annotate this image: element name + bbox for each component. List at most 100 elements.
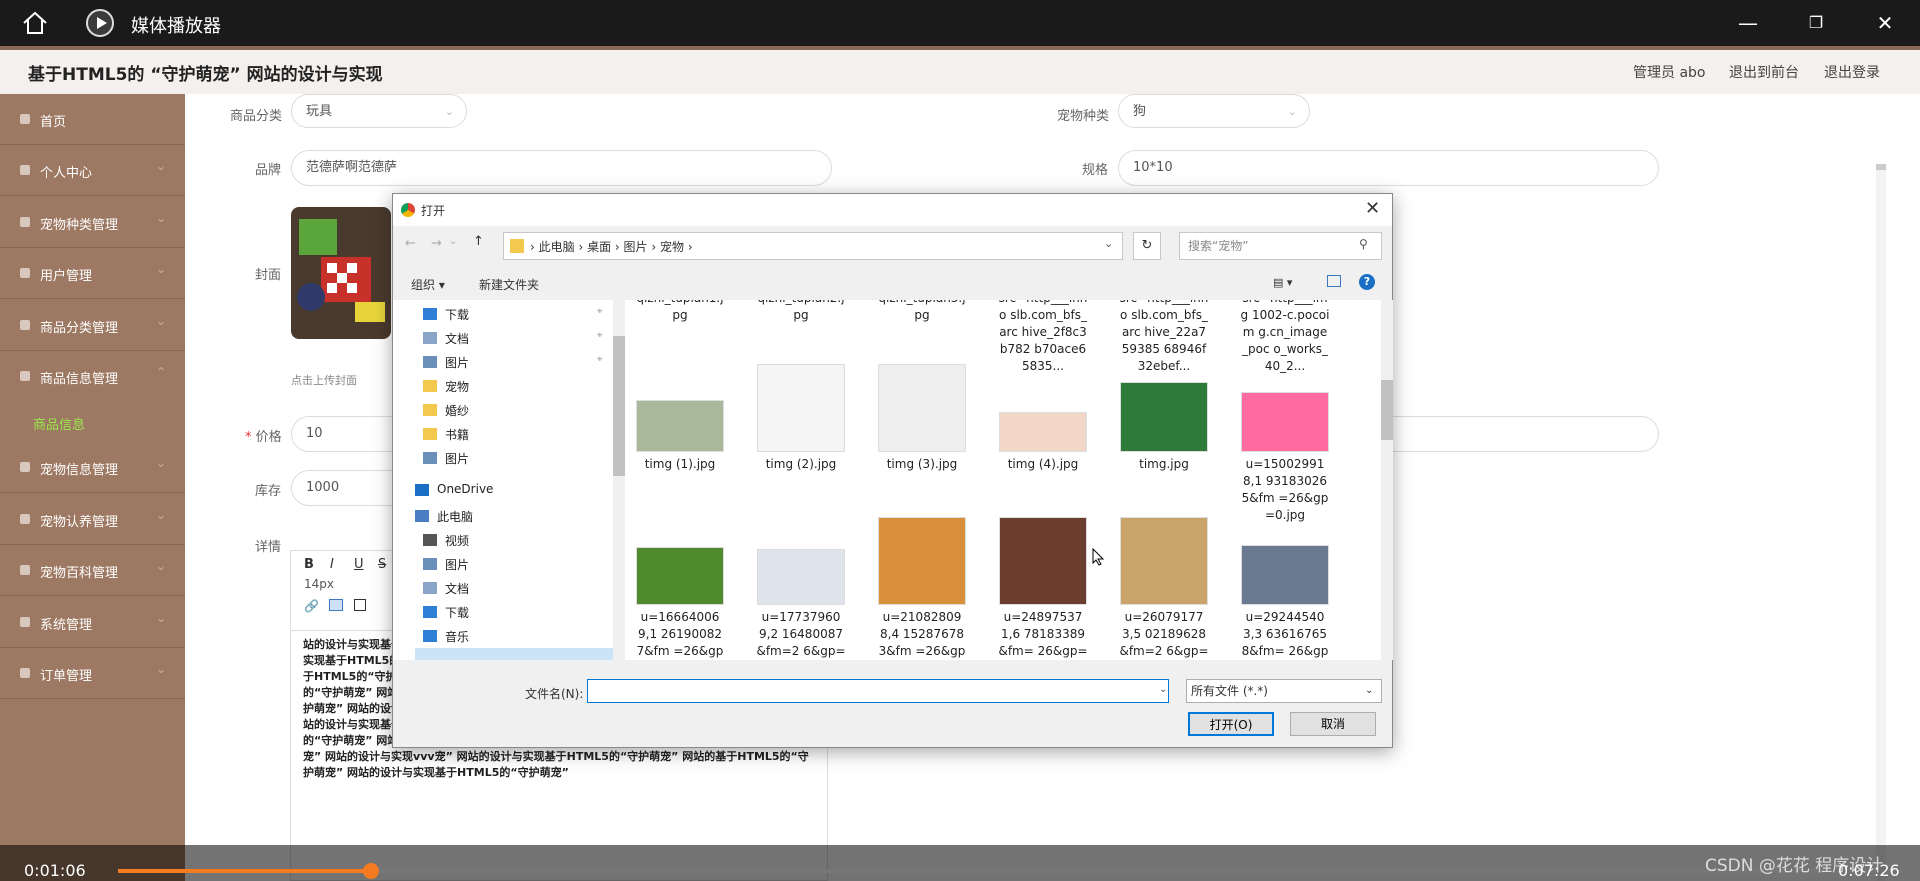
new-folder-button[interactable]: 新建文件夹 bbox=[479, 276, 539, 293]
address-bar[interactable]: › 此电脑 › 桌面 › 图片 › 宠物 › ⌄ bbox=[503, 232, 1123, 260]
tree-item[interactable]: 书籍 bbox=[423, 426, 469, 443]
home-icon[interactable] bbox=[20, 10, 50, 36]
chevron-up-icon: ⌃ bbox=[156, 365, 167, 379]
filename-input[interactable] bbox=[587, 679, 1169, 703]
breadcrumb-item[interactable]: 桌面 bbox=[587, 240, 611, 254]
back-icon[interactable]: ← bbox=[405, 236, 416, 251]
file-item[interactable]: u=260791773,5 02189628&fm=2 6&gp=0.jpg bbox=[1119, 513, 1209, 660]
sidebar-item-profile[interactable]: 个人中心 ⌄ bbox=[0, 145, 185, 196]
tree-scrollbar[interactable] bbox=[613, 300, 625, 660]
seek-bar[interactable] bbox=[118, 863, 1830, 879]
spec-input[interactable]: 10*10 bbox=[1118, 150, 1659, 186]
tree-item[interactable]: 婚纱 bbox=[423, 402, 469, 419]
file-item[interactable]: u=210828098,4 152876783&fm =26&gp=0.jpg bbox=[877, 513, 967, 660]
file-name: u=292445403,3 636167658&fm= 26&gp=0.jpg bbox=[1241, 610, 1329, 658]
folder-icon bbox=[423, 606, 437, 618]
file-item[interactable]: u=248975371,6 78183389&fm= 26&gp=0.jpg bbox=[998, 513, 1088, 660]
tree-item[interactable]: 图片 bbox=[423, 556, 469, 573]
file-item[interactable]: u=292445403,3 636167658&fm= 26&gp=0.jpg bbox=[1240, 513, 1330, 660]
organize-button[interactable]: 组织 ▾ bbox=[411, 276, 445, 293]
image-icon[interactable] bbox=[329, 599, 343, 611]
filetype-select[interactable]: 所有文件 (*.*) ⌄ bbox=[1186, 679, 1382, 703]
underline-icon[interactable]: U bbox=[354, 557, 364, 572]
file-item[interactable]: qizhi_tupian2.jpg bbox=[756, 300, 846, 324]
tree-item[interactable]: OneDrive bbox=[415, 482, 493, 496]
grid-scrollbar[interactable] bbox=[1381, 300, 1393, 660]
minimize-icon[interactable]: — bbox=[1735, 10, 1761, 36]
file-item[interactable]: timg.jpg bbox=[1119, 360, 1209, 473]
pet-type-select[interactable]: 狗 ⌄ bbox=[1118, 94, 1310, 128]
bold-icon[interactable]: B bbox=[304, 557, 314, 572]
front-link[interactable]: 退出到前台 bbox=[1729, 62, 1799, 82]
tree-item[interactable]: 下载 bbox=[423, 604, 469, 621]
help-icon[interactable]: ? bbox=[1359, 274, 1375, 290]
chevron-down-icon: ⌄ bbox=[156, 559, 167, 573]
link-icon[interactable]: 🔗 bbox=[304, 599, 319, 613]
sidebar-item-pets[interactable]: 宠物信息管理 ⌄ bbox=[0, 442, 185, 493]
category-select[interactable]: 玩具 ⌄ bbox=[291, 94, 467, 128]
sidebar-item-encyclopedia[interactable]: 宠物百科管理 ⌄ bbox=[0, 545, 185, 596]
refresh-icon[interactable]: ↻ bbox=[1133, 232, 1161, 260]
font-size-select[interactable]: 14px bbox=[304, 577, 334, 591]
strikethrough-icon[interactable]: S bbox=[378, 557, 386, 572]
sidebar-item-home[interactable]: 首页 bbox=[0, 94, 185, 145]
view-options-icon[interactable]: ▤ ▾ bbox=[1273, 276, 1292, 289]
seek-handle[interactable] bbox=[363, 863, 380, 879]
sidebar-item-users[interactable]: 用户管理 ⌄ bbox=[0, 248, 185, 299]
tree-item[interactable]: 图片 ⌖ bbox=[423, 354, 603, 371]
breadcrumb-item[interactable]: 此电脑 bbox=[539, 240, 575, 254]
square-icon bbox=[20, 514, 30, 524]
forward-icon[interactable]: → bbox=[431, 236, 442, 251]
sidebar-item-product-categories[interactable]: 商品分类管理 ⌄ bbox=[0, 300, 185, 351]
breadcrumb-item[interactable]: 图片 bbox=[624, 240, 648, 254]
breadcrumb-item[interactable]: 宠物 bbox=[660, 240, 684, 254]
send-icon bbox=[20, 462, 30, 472]
file-item[interactable]: timg (4).jpg bbox=[998, 360, 1088, 473]
chevron-down-icon[interactable]: ⌄ bbox=[1104, 237, 1113, 250]
file-item[interactable]: timg (3).jpg bbox=[877, 360, 967, 473]
tree-item[interactable]: 下载 ⌖ bbox=[423, 306, 603, 323]
tree-item[interactable]: 宠物 bbox=[423, 378, 469, 395]
chevron-down-icon[interactable]: ⌄ bbox=[1159, 684, 1167, 695]
search-input[interactable]: 搜索“宠物” bbox=[1179, 232, 1382, 260]
italic-icon[interactable]: I bbox=[330, 557, 334, 572]
file-thumbnail-frame bbox=[877, 513, 967, 605]
dialog-close-icon[interactable]: ✕ bbox=[1365, 198, 1380, 219]
tree-item[interactable]: 图片 bbox=[423, 450, 469, 467]
recent-chevron-icon[interactable]: ⌄ bbox=[449, 236, 457, 247]
site-title: 基于HTML5的 “守护萌宠” 网站的设计与实现 bbox=[28, 65, 383, 85]
file-item[interactable]: u=177379609,2 16480087&fm=2 6&gp=0.jpg bbox=[756, 513, 846, 660]
cover-upload-hint[interactable]: 点击上传封面 bbox=[291, 372, 357, 388]
file-item[interactable]: u=166640069,1 261900827&fm =26&gp=0.jpg bbox=[635, 513, 725, 660]
restore-icon[interactable]: ❐ bbox=[1803, 10, 1829, 36]
sidebar-subitem-product-info[interactable]: 商品信息 bbox=[33, 414, 85, 433]
brand-input[interactable]: 范德萨啊范德萨 bbox=[291, 150, 832, 186]
file-item[interactable]: timg (1).jpg bbox=[635, 360, 725, 473]
sidebar-item-products[interactable]: 商品信息管理 ⌃ bbox=[0, 351, 185, 402]
video-icon[interactable] bbox=[354, 599, 366, 611]
dialog-title: 打开 bbox=[421, 204, 446, 218]
tree-item[interactable]: 此电脑 bbox=[415, 508, 473, 525]
tree-item[interactable]: 文档 ⌖ bbox=[423, 330, 603, 347]
logout-link[interactable]: 退出登录 bbox=[1824, 62, 1880, 82]
tree-item[interactable]: 音乐 bbox=[423, 628, 469, 645]
file-item[interactable]: qizhi_tupian1.jpg bbox=[635, 300, 725, 324]
cancel-button[interactable]: 取消 bbox=[1290, 712, 1376, 736]
tree-item[interactable]: 文档 bbox=[423, 580, 469, 597]
sidebar-item-system[interactable]: 系统管理 ⌄ bbox=[0, 597, 185, 648]
open-button[interactable]: 打开(O) bbox=[1188, 712, 1274, 736]
page-scrollbar[interactable] bbox=[1876, 164, 1886, 881]
close-icon[interactable]: ✕ bbox=[1872, 10, 1898, 36]
tree-item[interactable]: 视频 bbox=[423, 532, 469, 549]
sidebar-item-orders[interactable]: 订单管理 ⌄ bbox=[0, 648, 185, 699]
file-item[interactable]: qizhi_tupian3.jpg bbox=[877, 300, 967, 324]
up-icon[interactable]: ↑ bbox=[473, 234, 484, 249]
file-thumbnail bbox=[878, 364, 966, 452]
file-item[interactable]: u=150029918,1 931830265&fm =26&gp=0.jpg bbox=[1240, 360, 1330, 524]
file-item[interactable]: timg (2).jpg bbox=[756, 360, 846, 473]
tree-item-label: 文档 bbox=[445, 332, 470, 346]
sidebar-item-adoption[interactable]: 宠物认养管理 ⌄ bbox=[0, 494, 185, 545]
preview-pane-icon[interactable] bbox=[1327, 275, 1341, 287]
sidebar-item-pet-types[interactable]: 宠物种类管理 ⌄ bbox=[0, 197, 185, 248]
cover-image[interactable] bbox=[291, 207, 391, 339]
